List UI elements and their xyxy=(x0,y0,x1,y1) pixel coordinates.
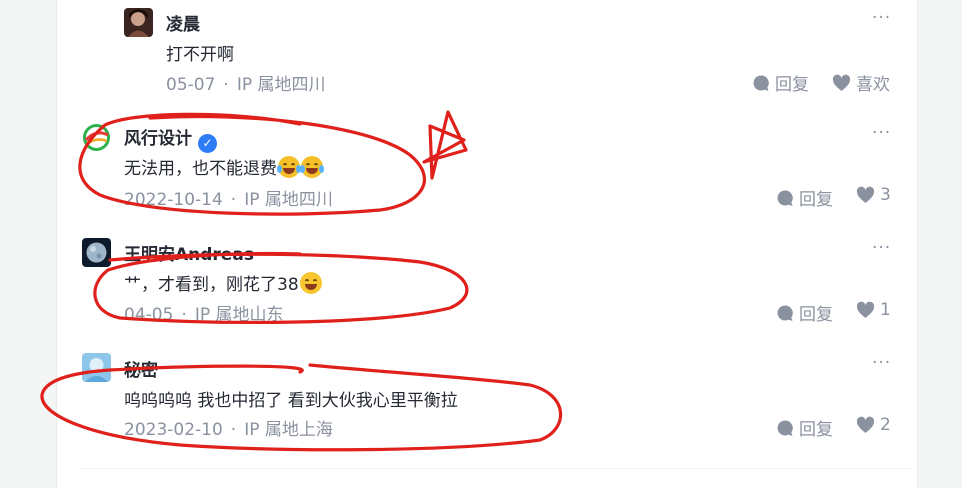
list-bottom-divider xyxy=(80,468,914,469)
like-button[interactable]: 2 xyxy=(856,415,891,435)
comment-bubble-icon xyxy=(753,74,769,91)
avatar[interactable] xyxy=(82,353,111,382)
comment-bubble-icon xyxy=(777,189,793,206)
comment-username[interactable]: 秘密 xyxy=(124,356,158,381)
reply-button[interactable]: 回复 xyxy=(776,185,833,210)
reply-label: 回复 xyxy=(799,305,833,325)
more-options-button[interactable]: ··· xyxy=(872,8,891,28)
more-options-button[interactable]: ··· xyxy=(872,123,891,143)
like-count: 1 xyxy=(880,300,891,320)
meta-separator: · xyxy=(230,190,237,210)
heart-icon xyxy=(856,186,875,203)
like-button[interactable]: 3 xyxy=(856,185,891,205)
comment-date: 04-05 xyxy=(124,305,174,325)
cry-laugh-emoji-icon xyxy=(277,156,301,178)
comment-ip-location: IP 属地四川 xyxy=(236,75,326,95)
like-button[interactable]: 1 xyxy=(856,300,891,320)
reply-label: 回复 xyxy=(799,420,833,440)
comment-meta: 05-07 · IP 属地四川 xyxy=(166,70,325,95)
cry-laugh-emoji-icon xyxy=(300,156,324,178)
comment-ip-location: IP 属地山东 xyxy=(194,305,284,325)
more-options-button[interactable]: ··· xyxy=(872,238,891,258)
comment-text: 呜呜呜呜 我也中招了 看到大伙我心里平衡拉 xyxy=(124,391,458,411)
reply-button[interactable]: 回复 xyxy=(752,70,809,95)
comment-username[interactable]: 风行设计 ✓ xyxy=(124,124,217,153)
comment-text-body: 无法用，也不能退费 xyxy=(124,159,277,179)
meta-separator: · xyxy=(181,305,187,325)
meta-separator: · xyxy=(223,75,229,95)
grin-emoji-icon xyxy=(299,272,322,294)
meta-separator: · xyxy=(230,420,237,440)
comment-ip-location: IP 属地上海 xyxy=(244,420,333,440)
reply-label: 回复 xyxy=(799,190,833,210)
comment-meta: 2023-02-10 · IP 属地上海 xyxy=(124,415,333,440)
comment-date: 05-07 xyxy=(166,75,216,95)
reply-button[interactable]: 回复 xyxy=(776,415,833,440)
username-text: 风行设计 xyxy=(124,129,192,149)
comment-username[interactable]: 凌晨 xyxy=(166,10,200,35)
comment-username[interactable]: 王明安Andreas xyxy=(124,240,254,265)
comment-text: 打不开啊 xyxy=(166,45,234,65)
heart-icon xyxy=(832,74,851,91)
heart-icon xyxy=(856,301,875,318)
like-label: 喜欢 xyxy=(856,75,890,95)
comment-meta: 2022-10-14 · IP 属地四川 xyxy=(124,185,333,210)
comment-text: 无法用，也不能退费 xyxy=(124,154,324,179)
comment-bubble-icon xyxy=(777,304,793,321)
like-count: 2 xyxy=(880,415,891,435)
avatar[interactable] xyxy=(82,238,111,267)
reply-button[interactable]: 回复 xyxy=(776,300,833,325)
more-options-button[interactable]: ··· xyxy=(872,353,891,373)
comment-date: 2023-02-10 xyxy=(124,420,223,440)
like-count: 3 xyxy=(880,185,891,205)
comment-text-body: 艹，才看到，刚花了38 xyxy=(124,275,299,295)
avatar[interactable] xyxy=(82,123,111,152)
reply-label: 回复 xyxy=(775,75,809,95)
avatar[interactable] xyxy=(124,8,153,37)
comment-ip-location: IP 属地四川 xyxy=(244,190,333,210)
like-button[interactable]: 喜欢 xyxy=(832,70,890,95)
comment-bubble-icon xyxy=(777,419,793,436)
comment-date: 2022-10-14 xyxy=(124,190,223,210)
comment-text: 艹，才看到，刚花了38 xyxy=(124,270,322,295)
verified-check-icon: ✓ xyxy=(198,134,217,153)
comment-meta: 04-05 · IP 属地山东 xyxy=(124,300,283,325)
heart-icon xyxy=(856,416,875,433)
